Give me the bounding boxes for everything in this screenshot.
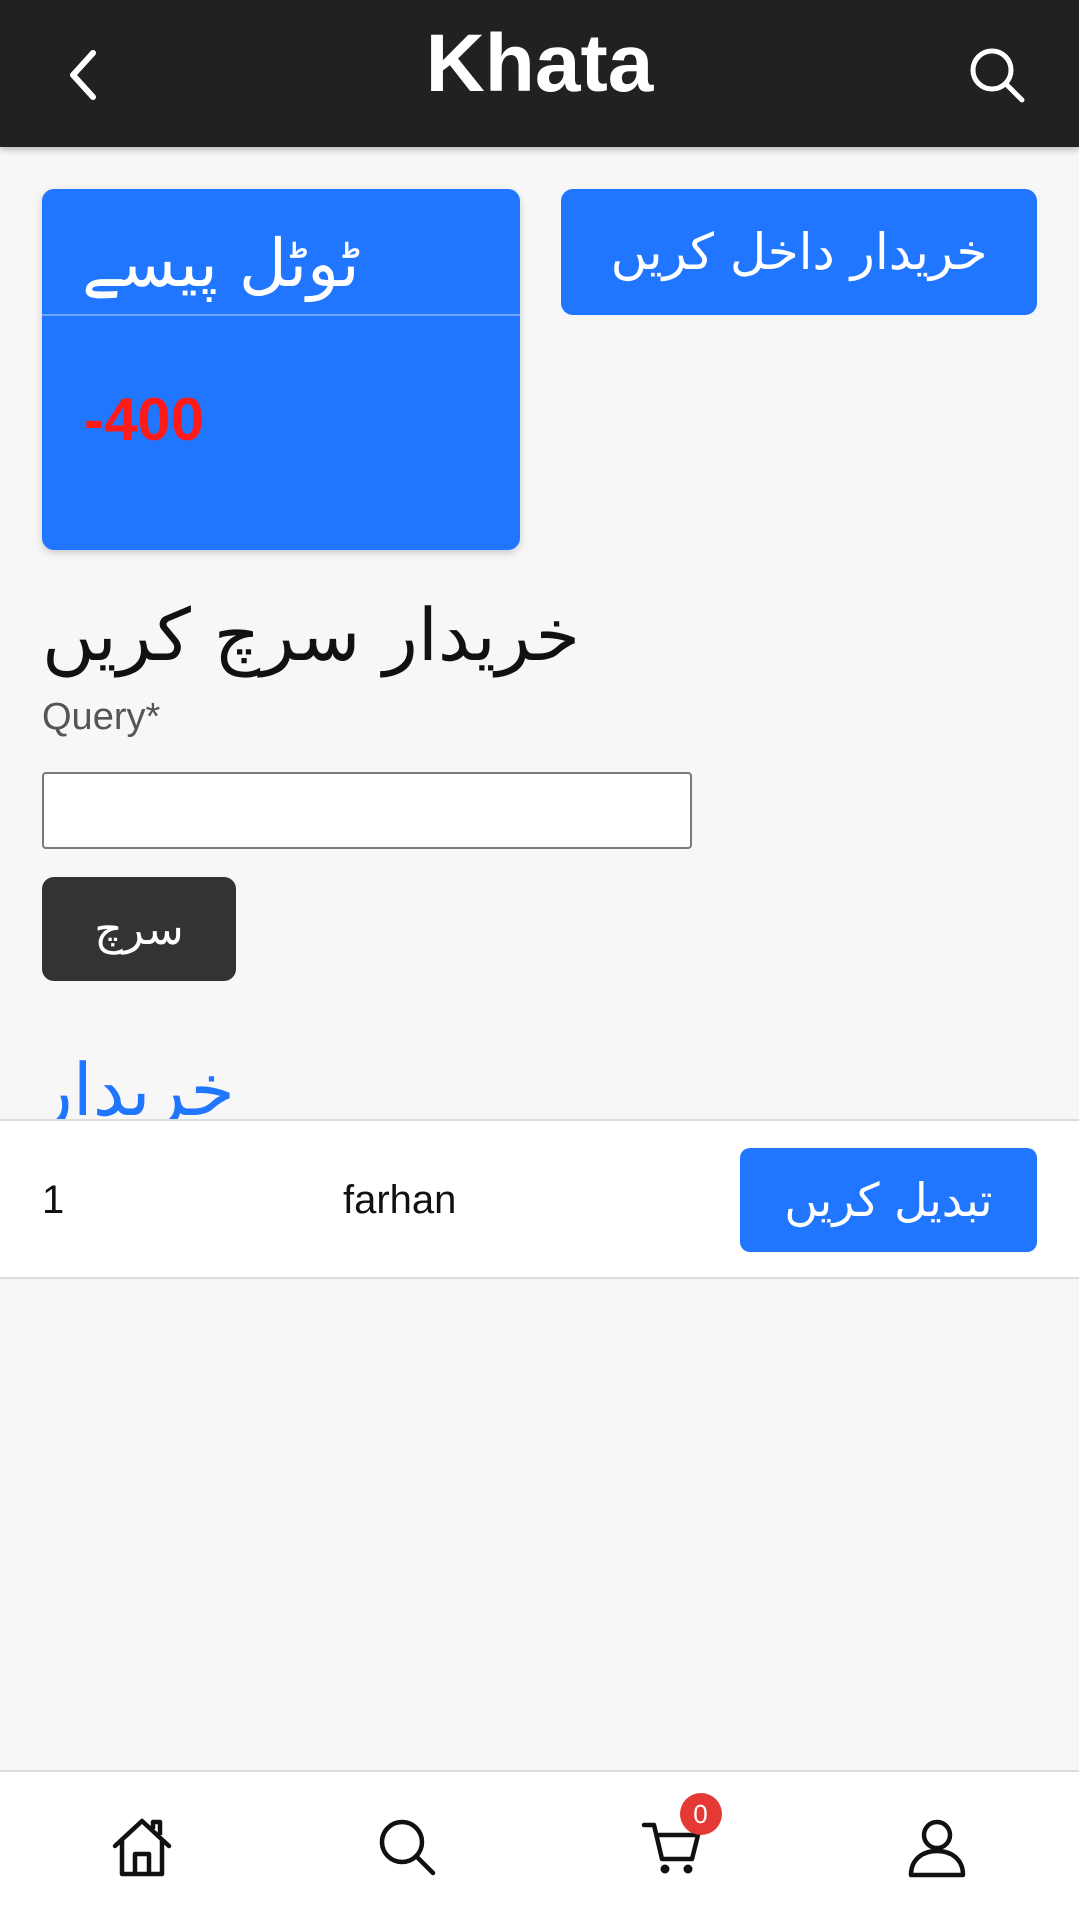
customer-name: farhan	[343, 1178, 457, 1222]
total-money-card: ٹوٹل پیسے -400	[42, 189, 520, 550]
bottom-navigation: 0	[0, 1770, 1079, 1919]
home-icon	[112, 1818, 171, 1876]
add-customer-button[interactable]: خریدار داخل کریں	[561, 189, 1037, 315]
nav-search[interactable]	[272, 1772, 541, 1919]
table-row: 1 farhan تبدیل کریں	[0, 1119, 1079, 1279]
user-icon	[908, 1819, 965, 1877]
nav-home[interactable]	[7, 1772, 276, 1919]
app-title: Khata	[425, 18, 654, 109]
search-customer-heading: خریدار سرچ کریں	[42, 593, 580, 677]
query-input[interactable]	[42, 772, 692, 849]
top-app-bar: Khata	[0, 0, 1079, 147]
nav-cart[interactable]: 0	[537, 1772, 806, 1919]
total-money-value: -400	[84, 386, 205, 453]
cart-icon-wrap: 0	[640, 1792, 722, 1879]
nav-profile[interactable]	[802, 1772, 1071, 1919]
search-icon	[970, 48, 1025, 103]
header-search-button[interactable]	[962, 40, 1032, 110]
total-money-title: ٹوٹل پیسے	[82, 225, 360, 302]
cart-count-badge: 0	[679, 1792, 722, 1835]
search-icon	[379, 1819, 435, 1875]
search-button[interactable]: سرچ	[42, 877, 236, 981]
card-divider	[42, 314, 520, 316]
customer-id: 1	[42, 1178, 65, 1222]
query-label: Query*	[42, 696, 161, 738]
app-root: Khata ٹوٹل پیسے -400 خریدار داخل کریں خر…	[0, 0, 1079, 1919]
edit-customer-button[interactable]: تبدیل کریں	[740, 1148, 1037, 1252]
